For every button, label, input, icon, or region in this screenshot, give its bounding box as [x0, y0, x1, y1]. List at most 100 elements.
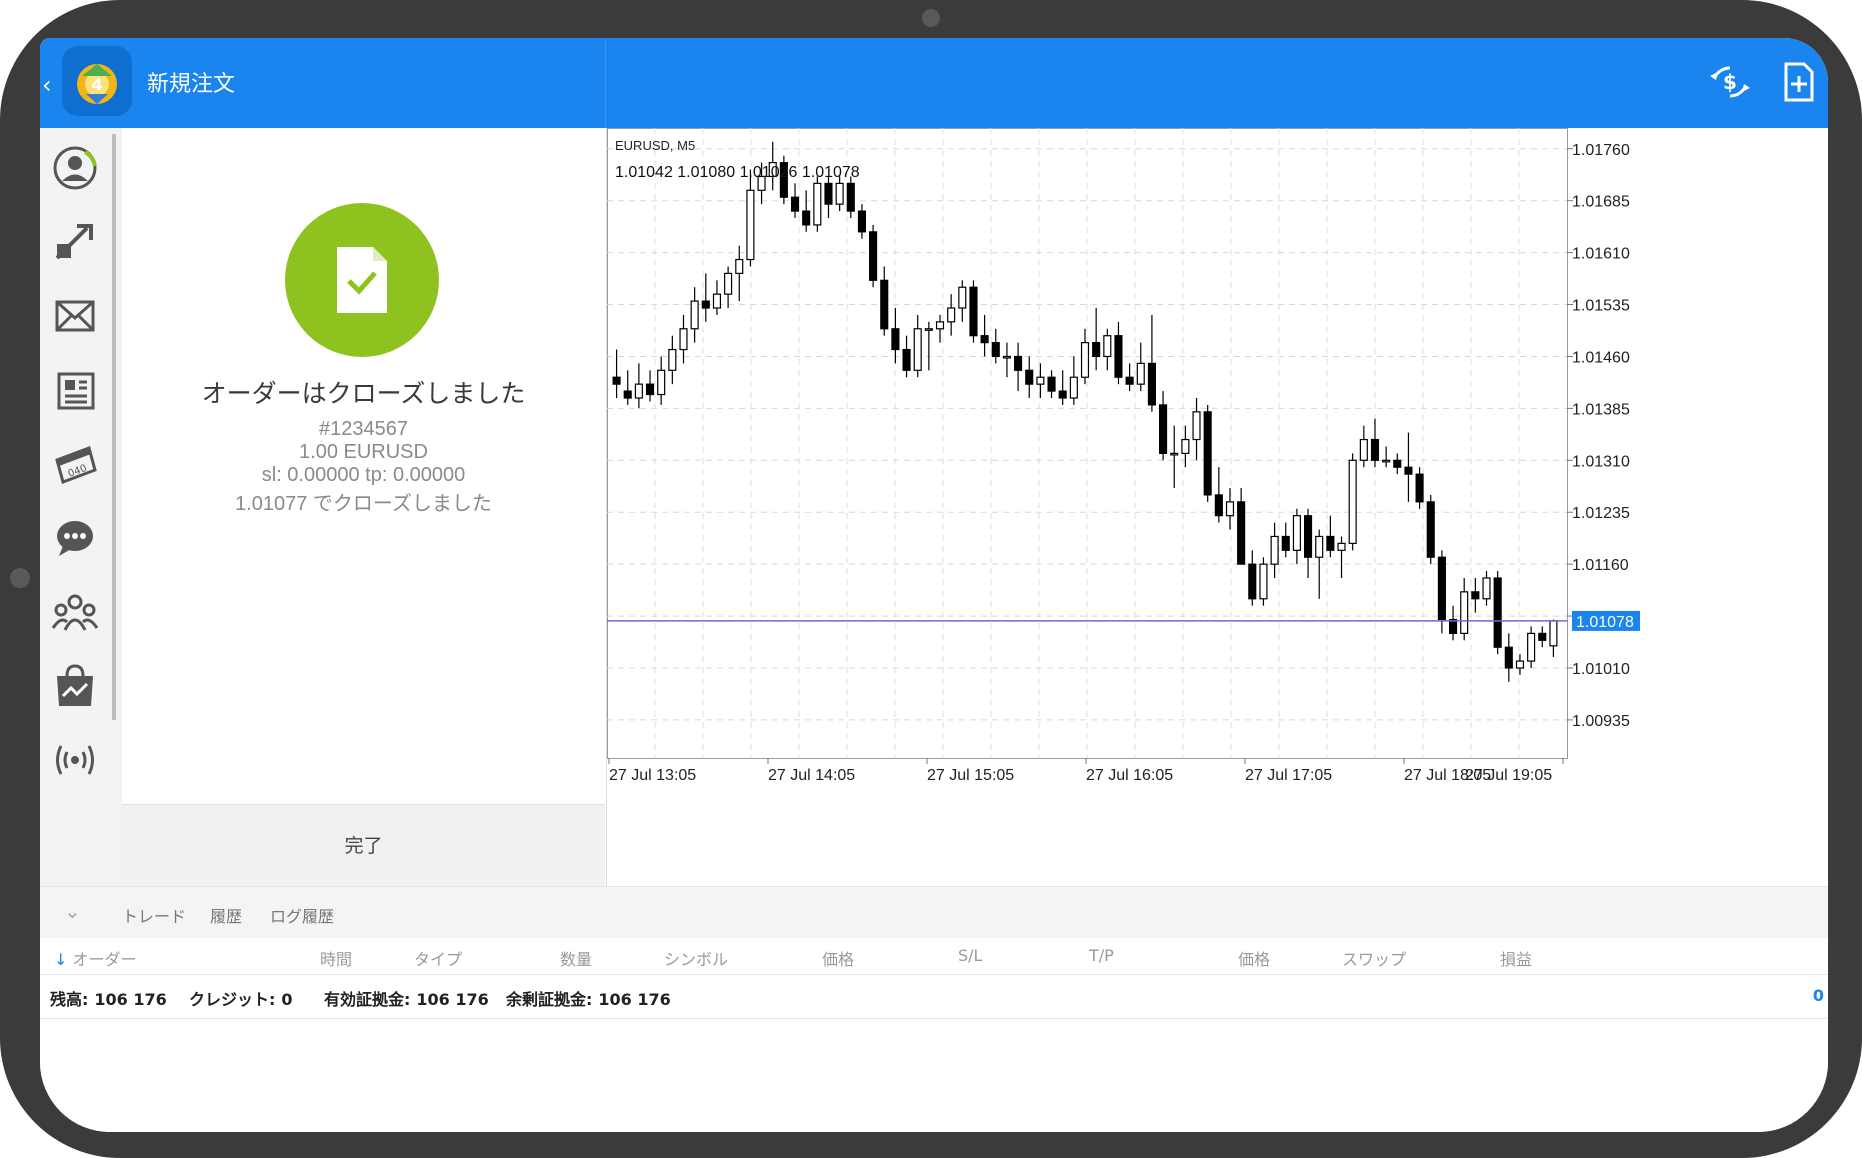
new-order-button[interactable]: [1774, 58, 1822, 106]
candle-bear: [980, 335, 989, 344]
svg-text:$: $: [1723, 70, 1737, 94]
candle-bull: [1080, 342, 1090, 378]
candle-bull: [835, 182, 844, 205]
credit: クレジット: 0: [189, 986, 293, 1010]
col-symbol[interactable]: シンボル: [664, 946, 728, 970]
nav-market[interactable]: [51, 662, 99, 710]
trade-currency-button[interactable]: $: [1706, 58, 1754, 106]
tab-log-history[interactable]: ログ履歴: [270, 903, 334, 927]
candle-bear: [969, 286, 978, 337]
candle-bull: [1170, 452, 1179, 456]
table-header: ↓ オーダー 時間 タイプ 数量 シンボル 価格 S/L T/P 価格 スワップ…: [40, 938, 1828, 975]
mail-icon: [55, 300, 95, 332]
y-tick-label: 1.01160: [1572, 557, 1629, 574]
chevron-down-icon[interactable]: ⌄: [64, 899, 81, 923]
header-divider: [605, 38, 606, 128]
col-tp[interactable]: T/P: [1089, 946, 1114, 965]
candle-bear: [891, 328, 900, 351]
nav-traders-community[interactable]: [51, 588, 99, 636]
col-swap[interactable]: スワップ: [1342, 946, 1406, 970]
current-price-label: 1.01078: [1576, 614, 1634, 631]
back-chevron-icon[interactable]: ‹: [42, 71, 52, 99]
candle-bull: [679, 328, 688, 351]
candle-bear: [1471, 591, 1480, 600]
candle-bear: [1047, 376, 1056, 392]
camera-dot: [922, 9, 940, 27]
nav-mail[interactable]: [51, 292, 99, 340]
nav-chat[interactable]: [51, 514, 99, 562]
y-tick-label: 1.01610: [1572, 246, 1630, 263]
tab-history[interactable]: 履歴: [210, 903, 242, 927]
candle-bear: [1248, 563, 1257, 600]
nav-account[interactable]: [51, 144, 99, 192]
chat-icon: [57, 521, 93, 556]
add-document-icon: [1784, 62, 1814, 102]
credit-value: 0: [281, 990, 293, 1009]
tablet-frame: ‹ 4 新規注文 $ 040 オーダーはクローズしました #1234567 1.…: [0, 0, 1862, 1158]
candle-bull: [935, 321, 945, 330]
tab-trade[interactable]: トレード: [122, 903, 186, 927]
credit-label: クレジット:: [189, 990, 276, 1009]
balance-label: 残高:: [50, 990, 89, 1009]
candle-bull: [1549, 620, 1558, 647]
candle-bull: [1460, 591, 1469, 634]
done-button[interactable]: 完了: [122, 804, 605, 887]
y-tick-label: 1.01685: [1572, 194, 1630, 211]
y-tick-label: 1.01010: [1572, 661, 1630, 678]
candle-bull: [1259, 563, 1268, 600]
nav-trade[interactable]: [51, 218, 99, 266]
left-navigation: 040: [40, 128, 122, 886]
equity: 有効証拠金: 106 176: [324, 986, 489, 1010]
candle-bull: [1348, 459, 1357, 544]
candle-bear: [1326, 535, 1335, 551]
page-title: 新規注文: [147, 72, 236, 97]
candle-bear: [701, 300, 710, 309]
candle-bear: [1237, 501, 1246, 565]
col-type[interactable]: タイプ: [414, 946, 462, 970]
candlestick-chart[interactable]: 1.01760 1.01685 1.01610 1.01535 1.01460 1.013…: [607, 128, 1828, 886]
candle-bull: [1270, 535, 1279, 565]
candle-bull: [1527, 632, 1536, 662]
candle-bull: [1192, 411, 1201, 441]
y-tick-label: 1.00935: [1572, 713, 1630, 730]
col-price[interactable]: 価格: [822, 946, 854, 970]
order-sl-tp: sl: 0.00000 tp: 0.00000: [261, 464, 466, 486]
account-summary: 残高: 106 176 クレジット: 0 有効証拠金: 106 176 余剰証拠金: 1…: [40, 974, 1828, 1019]
nav-news[interactable]: [51, 366, 99, 414]
balance: 残高: 106 176: [50, 986, 167, 1010]
order-ticket: #1234567: [319, 418, 408, 440]
candle-bull: [735, 258, 744, 274]
candle-bear: [1493, 577, 1502, 648]
candle-bull: [913, 328, 922, 371]
x-tick-label: 27 Jul 16:05: [1086, 767, 1173, 784]
col-order[interactable]: ↓ オーダー: [54, 946, 137, 970]
candle-bear: [857, 210, 866, 233]
balance-value: 106 176: [94, 990, 167, 1009]
candle-bear: [1304, 515, 1313, 558]
candle-bull: [1103, 335, 1112, 358]
screen: ‹ 4 新規注文 $ 040 オーダーはクローズしました #1234567 1.…: [40, 38, 1828, 1132]
y-tick-label: 1.01310: [1572, 453, 1630, 470]
col-order-label: オーダー: [72, 950, 137, 969]
x-tick-label: 27 Jul 15:05: [927, 767, 1014, 784]
candle-bear: [846, 182, 855, 212]
nav-scrollbar[interactable]: [112, 134, 116, 720]
candle-bear: [1404, 466, 1413, 475]
y-tick-label: 1.01460: [1572, 349, 1630, 366]
candle-bull: [1136, 362, 1145, 385]
col-sl[interactable]: S/L: [958, 946, 982, 965]
nav-signals[interactable]: [51, 734, 99, 782]
chart-symbol: EURUSD, M5: [615, 138, 695, 153]
candle-bull: [712, 293, 722, 309]
col-current-price[interactable]: 価格: [1238, 946, 1270, 970]
candle-bull: [947, 307, 956, 323]
candle-bull: [813, 182, 822, 226]
price-chart[interactable]: 1.01760 1.01685 1.01610 1.01535 1.01460 1.013…: [606, 128, 1828, 886]
col-volume[interactable]: 数量: [560, 946, 592, 970]
nav-calendar[interactable]: 040: [51, 440, 99, 488]
col-profit[interactable]: 損益: [1500, 946, 1532, 970]
col-time[interactable]: 時間: [320, 946, 352, 970]
app-logo[interactable]: 4: [62, 46, 132, 116]
candle-bull: [924, 328, 933, 331]
currency-exchange-icon: $: [1710, 66, 1750, 98]
